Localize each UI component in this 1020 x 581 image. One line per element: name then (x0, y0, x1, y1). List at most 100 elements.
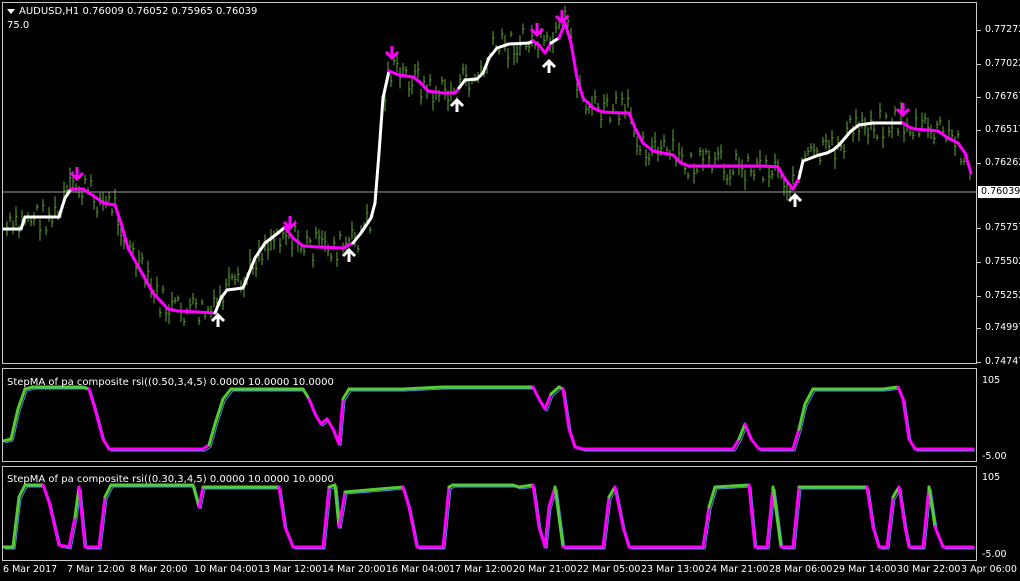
price-label: 0.75502 (985, 256, 1020, 267)
ma-segment (225, 286, 245, 292)
stepma-segment (283, 525, 295, 549)
ma-segment (373, 151, 381, 205)
sub1-bottom-label: -5.00 (982, 451, 1007, 462)
ma-segment (963, 151, 973, 175)
ma-segment (495, 42, 511, 50)
price-bars (6, 5, 972, 326)
stepma-segment (553, 485, 565, 549)
ma-segment (783, 177, 795, 191)
price-label: 0.74997 (985, 322, 1020, 333)
indicator-pane-1[interactable]: StepMA of pa composite rsi((0.50,3,4,5) … (2, 368, 977, 462)
time-label: 7 Mar 12:00 (67, 564, 125, 575)
ma-segment (797, 159, 805, 180)
ma-segment (57, 196, 67, 219)
ma-segment (507, 41, 531, 46)
buy-arrow-icon (787, 192, 803, 207)
ma-segment (857, 121, 875, 127)
stepma-segment (771, 485, 783, 549)
stepma-segment (57, 543, 71, 549)
raw-rsi-line (5, 486, 975, 550)
time-label: 17 Mar 12:00 (449, 564, 513, 575)
ma-segment (196, 310, 217, 315)
price-label: 0.74747 (985, 356, 1020, 367)
indicator-value: 75.0 (7, 20, 30, 31)
indicator-1-title: StepMA of pa composite rsi((0.50,3,4,5) … (7, 377, 334, 388)
price-tick (977, 130, 981, 131)
ma-segment (166, 307, 180, 313)
time-label: 16 Mar 04:00 (386, 564, 450, 575)
stepma-segment (896, 385, 905, 401)
ma-segment (463, 77, 479, 82)
stepma-segment (101, 437, 111, 451)
ma-segment (926, 128, 940, 133)
time-label: 14 Mar 20:00 (322, 564, 386, 575)
stepma-segment (543, 392, 553, 411)
main-chart-pane[interactable]: AUDUSD,H1 0.76009 0.76052 0.75965 0.7603… (2, 2, 977, 364)
ma-segment (151, 291, 170, 311)
price-tick (977, 97, 981, 98)
time-label: 13 Mar 12:00 (258, 564, 322, 575)
price-label: 0.75757 (985, 222, 1020, 233)
stepma-segment (933, 525, 945, 549)
indicator-pane-2[interactable]: StepMA of pa composite rsi((0.30,3,4,5) … (2, 466, 977, 561)
buy-arrow-icon (449, 97, 465, 112)
stepma-segment (313, 412, 323, 426)
stepma-segment (41, 483, 51, 504)
time-label: 10 Mar 04:00 (194, 564, 258, 575)
time-label: 22 Mar 05:00 (577, 564, 641, 575)
price-tick (977, 296, 981, 297)
ma-segment (381, 69, 391, 100)
ma-segment (397, 73, 415, 79)
time-label: 3 Apr 06:00 (961, 564, 1017, 575)
ma-segment (426, 89, 445, 95)
price-tick (977, 30, 981, 31)
price-tick (977, 228, 981, 229)
price-label: 0.76262 (985, 157, 1020, 168)
price-tick (977, 163, 981, 164)
stepma-segment (743, 422, 753, 441)
time-label: 28 Mar 06:00 (769, 564, 833, 575)
price-label: 0.75252 (985, 290, 1020, 301)
stepma-segment (567, 427, 577, 449)
ma-segment (101, 201, 117, 207)
stepma-segment (307, 397, 317, 416)
buy-arrow-icon (210, 312, 226, 327)
ma-segment (591, 106, 605, 114)
stepma-segment (47, 500, 61, 547)
buy-arrow-icon (341, 247, 357, 262)
stepma-segment (613, 485, 625, 529)
price-label: 0.77022 (985, 58, 1020, 69)
stepma-segment (737, 422, 747, 441)
collapse-icon[interactable] (7, 8, 15, 14)
price-label: 0.76517 (985, 124, 1020, 135)
sell-arrow-icon (895, 103, 911, 118)
ma-segment (633, 126, 645, 145)
stepma-segment (17, 483, 27, 499)
raw-rsi-line (4, 388, 975, 452)
sub1-top-label: 105 (982, 375, 1001, 386)
stepma-segment (903, 525, 911, 549)
price-chart (3, 5, 976, 327)
stepma-segment (341, 387, 351, 401)
time-label: 23 Mar 13:00 (641, 564, 705, 575)
stepma-segment (517, 483, 535, 489)
price-tick (977, 362, 981, 363)
oscillator-lines (3, 483, 975, 550)
ma-segment (956, 141, 967, 155)
price-label: 0.76767 (985, 91, 1020, 102)
ma-segment (301, 244, 320, 249)
price-label: 0.77272 (985, 24, 1020, 35)
stepma-segment (221, 387, 233, 401)
symbol-header: AUDUSD,H1 0.76009 0.76052 0.75965 0.7603… (7, 6, 257, 17)
ma-segment (253, 241, 267, 260)
stepma-segment (531, 385, 541, 401)
time-label: 8 Mar 20:00 (130, 564, 188, 575)
sub2-bottom-label: -5.00 (982, 549, 1007, 560)
price-tick (977, 262, 981, 263)
stepma-segment (731, 437, 741, 451)
time-label: 24 Mar 21:00 (705, 564, 769, 575)
ma-segment (651, 149, 665, 155)
ma-segment (913, 127, 930, 132)
stepma-segment (337, 397, 345, 446)
stepma-segment (401, 385, 445, 391)
